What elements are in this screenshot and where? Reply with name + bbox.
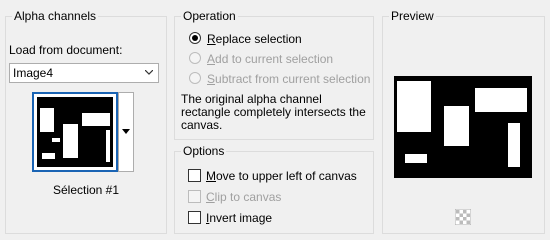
checkbox[interactable] <box>188 190 201 203</box>
checkbox[interactable] <box>188 211 201 224</box>
thumbnail-dropdown-button[interactable] <box>118 92 134 172</box>
alpha-thumbnail-image <box>37 97 113 167</box>
move-upper-left-label: Move to upper left of canvas <box>206 169 357 183</box>
subtract-selection-label: Subtract from current selection <box>207 72 371 86</box>
checkbox[interactable] <box>188 169 201 182</box>
alpha-channel-thumbnail[interactable] <box>32 92 118 172</box>
clip-to-canvas-label: Clip to canvas <box>206 190 282 204</box>
replace-selection-label: Replace selection <box>207 32 302 46</box>
document-dropdown-value: Image4 <box>13 66 54 80</box>
options-title: Options <box>181 144 227 158</box>
operation-info-text: The original alpha channel rectangle com… <box>181 92 366 132</box>
operation-title: Operation <box>181 9 238 23</box>
invert-image-label: Invert image <box>206 211 273 225</box>
radio-button[interactable] <box>189 72 201 84</box>
load-from-document-label: Load from document: <box>9 43 123 57</box>
chevron-down-icon <box>145 70 153 75</box>
preview-image <box>394 76 532 178</box>
operation-radio-list: Replace selection Add to current selecti… <box>189 31 371 91</box>
checkerboard-icon[interactable] <box>455 209 471 225</box>
alpha-channels-title: Alpha channels <box>12 9 99 23</box>
caret-down-icon <box>122 129 130 134</box>
radio-button[interactable] <box>189 32 201 44</box>
preview-title: Preview <box>389 9 436 23</box>
add-selection-label: Add to current selection <box>207 52 334 66</box>
selection-name-label: Sélection #1 <box>52 183 120 197</box>
document-dropdown[interactable]: Image4 <box>9 63 159 83</box>
radio-selected-dot <box>192 35 198 41</box>
radio-button[interactable] <box>189 52 201 64</box>
options-checkbox-list: Move to upper left of canvas Clip to can… <box>188 168 368 228</box>
